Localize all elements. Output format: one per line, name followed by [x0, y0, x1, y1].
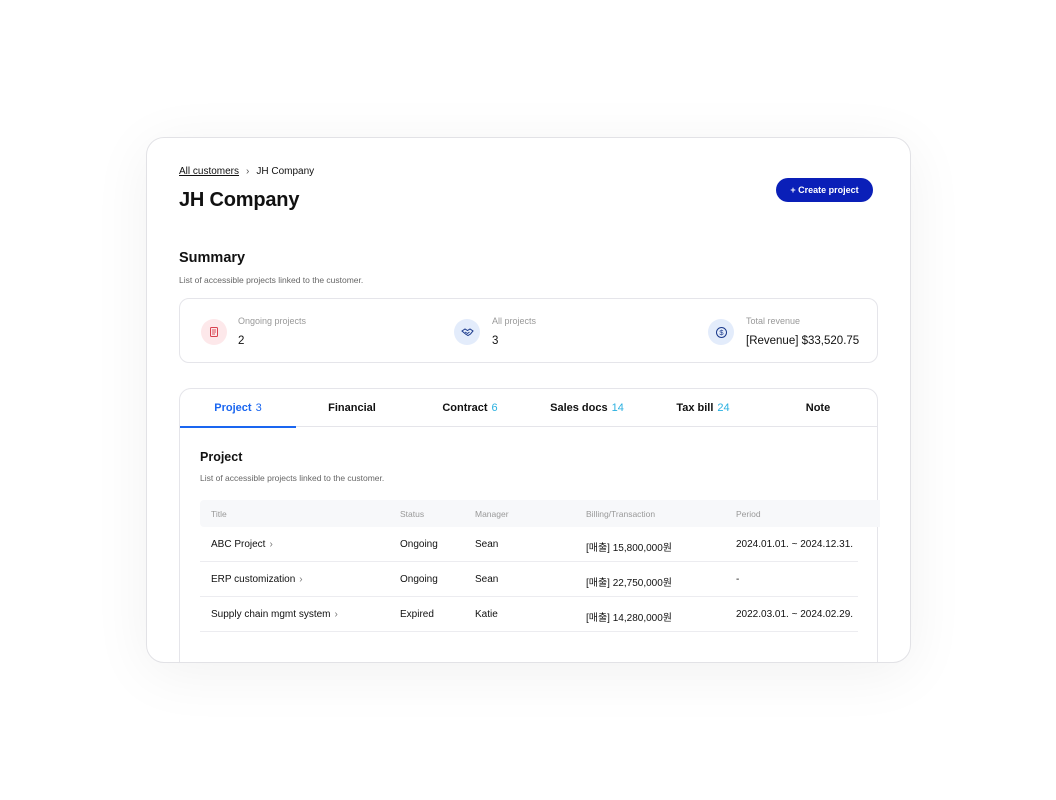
column-header-title: Title: [211, 509, 227, 519]
stat-label: Total revenue: [746, 316, 801, 326]
row-period: -: [736, 574, 740, 585]
row-period: 2022.03.01. ~ 2024.02.29.: [736, 609, 854, 620]
chevron-right-icon: ›: [246, 166, 250, 177]
tab-count: 6: [491, 402, 498, 414]
column-header-manager: Manager: [475, 509, 509, 519]
row-manager: Sean: [475, 539, 499, 550]
summary-title: Summary: [179, 250, 246, 266]
tab-label: Sales docs: [550, 402, 608, 414]
dollar-icon: $: [708, 319, 734, 345]
row-title-text: ABC Project: [211, 539, 266, 550]
row-title-text: ERP customization: [211, 574, 296, 585]
row-status: Ongoing: [400, 574, 438, 585]
column-header-billing: Billing/Transaction: [586, 509, 656, 519]
table-row[interactable]: ERP customization › Ongoing Sean [매출] 22,…: [200, 562, 858, 597]
tab-financial[interactable]: Financial: [296, 389, 412, 427]
table-row[interactable]: ABC Project › Ongoing Sean [매출] 15,800,00…: [200, 527, 858, 562]
row-billing: [매출] 14,280,000원: [586, 613, 672, 624]
row-manager: Katie: [475, 609, 498, 620]
row-period: 2024.01.01. ~ 2024.12.31.: [736, 539, 854, 550]
tab-count: 24: [717, 402, 730, 414]
tab-bar: Project 3 Financial Contract 6 Sales doc…: [180, 389, 878, 428]
handshake-icon: [454, 319, 480, 345]
stat-label: Ongoing projects: [238, 316, 307, 326]
row-title-text: Supply chain mgmt system: [211, 609, 331, 620]
stat-ongoing-projects: Ongoing projects 2: [180, 299, 413, 364]
row-status: Expired: [400, 609, 434, 620]
project-table: Title Status Manager Billing/Transaction…: [200, 500, 880, 632]
tab-tax-bill[interactable]: Tax bill 24: [645, 389, 761, 427]
page-title: JH Company: [179, 189, 300, 211]
row-billing: [매출] 22,750,000원: [586, 578, 672, 589]
stat-label: All projects: [492, 316, 537, 326]
row-status: Ongoing: [400, 539, 438, 550]
breadcrumb-all-customers-link[interactable]: All customers: [179, 166, 239, 177]
stat-all-projects: All projects 3: [434, 299, 667, 364]
chevron-right-icon: ›: [334, 609, 338, 620]
document-icon: [201, 319, 227, 345]
table-header: Title Status Manager Billing/Transaction…: [200, 500, 880, 527]
tab-label: Note: [805, 402, 831, 414]
tab-contract[interactable]: Contract 6: [412, 389, 528, 427]
tab-sales-docs[interactable]: Sales docs 14: [529, 389, 645, 427]
table-row[interactable]: Supply chain mgmt system › Expired Katie …: [200, 597, 858, 632]
project-section-title: Project: [200, 450, 243, 464]
summary-description: List of accessible projects linked to th…: [179, 275, 364, 285]
stat-value: 2: [238, 335, 245, 347]
column-header-status: Status: [400, 509, 425, 519]
tab-label: Contract: [442, 402, 488, 414]
tab-count: 3: [255, 401, 262, 414]
breadcrumb: All customers › JH Company: [179, 166, 314, 177]
stat-total-revenue: $ Total revenue [Revenue] $33,520.75: [688, 299, 878, 364]
row-title[interactable]: ABC Project ›: [211, 539, 273, 550]
summary-stats: Ongoing projects 2 All projects 3 $ Tota…: [179, 298, 878, 363]
tabs-panel: Project 3 Financial Contract 6 Sales doc…: [179, 388, 880, 662]
tab-label: Project: [214, 401, 252, 414]
row-billing: [매출] 15,800,000원: [586, 543, 672, 554]
row-title[interactable]: ERP customization ›: [211, 574, 303, 585]
row-title[interactable]: Supply chain mgmt system ›: [211, 609, 338, 620]
stat-value: 3: [492, 335, 499, 347]
customer-detail-card: All customers › JH Company JH Company + …: [146, 137, 911, 663]
column-header-period: Period: [736, 509, 761, 519]
project-section-description: List of accessible projects linked to th…: [200, 473, 385, 483]
tab-project[interactable]: Project 3: [180, 389, 296, 428]
tab-count: 14: [611, 402, 624, 414]
tab-label: Financial: [328, 402, 376, 414]
stat-value: [Revenue] $33,520.75: [746, 335, 860, 347]
row-manager: Sean: [475, 574, 499, 585]
svg-text:$: $: [719, 328, 724, 337]
chevron-right-icon: ›: [269, 539, 273, 550]
tab-label: Tax bill: [676, 402, 714, 414]
tab-note[interactable]: Note: [762, 389, 878, 427]
chevron-right-icon: ›: [299, 574, 303, 585]
breadcrumb-current: JH Company: [256, 166, 315, 177]
create-project-button[interactable]: + Create project: [776, 178, 873, 202]
